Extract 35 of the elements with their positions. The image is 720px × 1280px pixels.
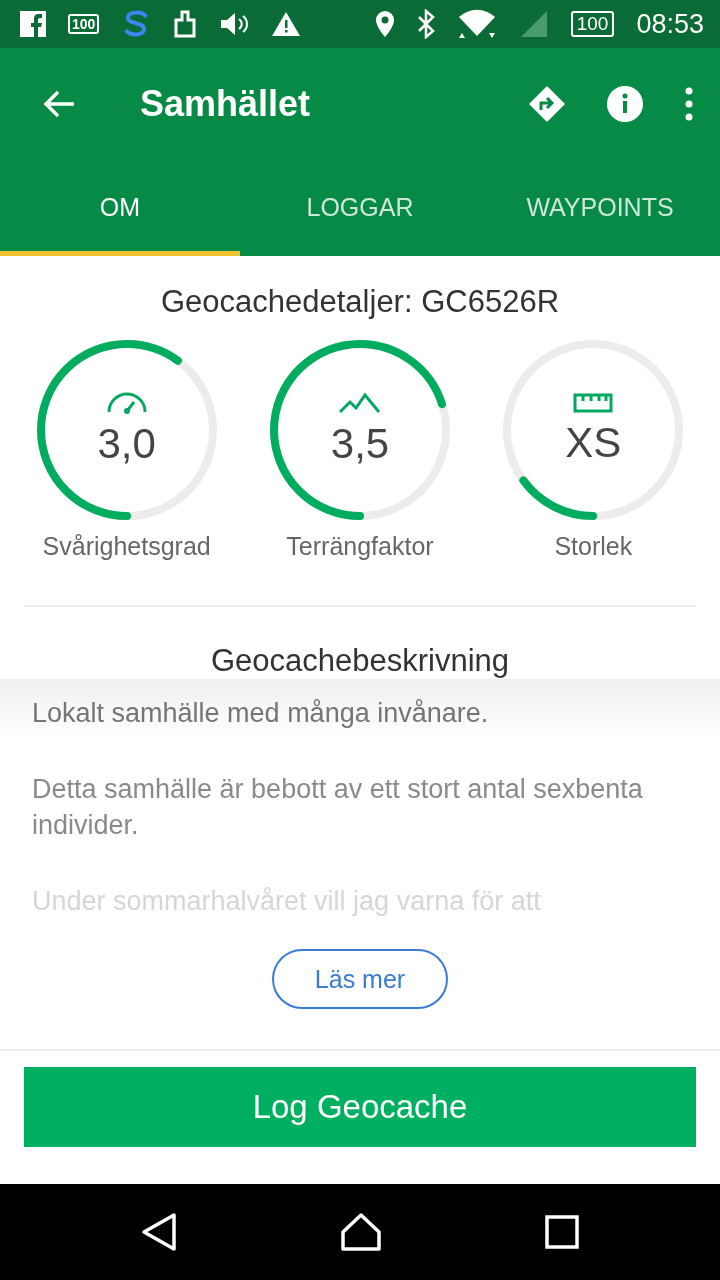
- tab[interactable]: LOGGAR: [240, 160, 480, 256]
- read-more-button[interactable]: Läs mer: [272, 949, 448, 1009]
- back-arrow-icon: [42, 89, 76, 119]
- square-icon: [544, 1215, 579, 1249]
- battery-icon: 100: [570, 11, 615, 37]
- tab[interactable]: OM: [0, 160, 240, 256]
- log-geocache-button[interactable]: Log Geocache: [24, 1067, 696, 1147]
- details-title: Geocachedetaljer: GC6526R: [159, 284, 561, 320]
- description-paragraph: Detta samhälle är bebott av ett stort antal sexbenta individer.: [32, 773, 644, 842]
- description-paragraph: Lokalt samhälle med många invånare.: [32, 697, 490, 730]
- description-title: Geocachebeskrivning: [209, 643, 511, 679]
- gauge-value: 3,5: [330, 420, 390, 468]
- speedometer-icon: [105, 392, 148, 414]
- gauge-value: 3,0: [97, 420, 156, 468]
- tab[interactable]: WAYPOINTS: [480, 160, 720, 256]
- volume-icon: [219, 11, 250, 37]
- gauge-label: Terrängfaktor: [286, 532, 434, 561]
- triangle-back-icon: [141, 1212, 178, 1252]
- bluetooth-icon: [416, 9, 435, 39]
- battery-badge: 100: [68, 14, 100, 34]
- clock: 08:53: [636, 8, 704, 40]
- location-icon: [374, 10, 395, 38]
- app-title: Samhället: [140, 83, 312, 125]
- gauge-label: Storlek: [554, 532, 633, 561]
- warning-icon: [271, 11, 302, 37]
- more-dots-icon: [684, 86, 694, 122]
- wifi-icon: [456, 8, 497, 40]
- gauge-label: Svårighetsgrad: [42, 532, 211, 561]
- home-icon: [340, 1212, 382, 1252]
- info-icon: [606, 85, 644, 123]
- directions-icon: [528, 85, 566, 123]
- gauge-value: XS: [565, 419, 622, 467]
- ruler-icon: [573, 393, 614, 413]
- facebook-icon: [20, 11, 46, 37]
- mountain-icon: [338, 392, 382, 414]
